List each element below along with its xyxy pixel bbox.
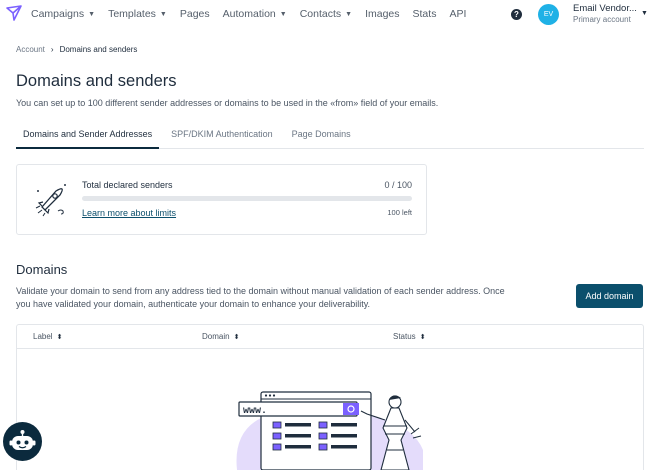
avatar[interactable]: EV <box>538 4 559 25</box>
domains-heading: Domains <box>16 262 68 277</box>
domains-description: Validate your domain to send from any ad… <box>16 286 505 309</box>
senders-progress-bar <box>82 196 412 201</box>
rocket-icon <box>35 184 66 217</box>
chevron-down-icon[interactable]: ▼ <box>641 10 648 17</box>
column-label: Domain <box>202 332 230 341</box>
nav-label: Images <box>365 8 400 20</box>
nav-label: Contacts <box>299 8 342 20</box>
url-text: www. <box>243 406 267 417</box>
senders-remaining: 100 left <box>387 208 412 217</box>
chevron-down-icon: ▼ <box>345 10 353 18</box>
nav-label: Stats <box>412 8 437 20</box>
nav-label: Pages <box>179 8 210 20</box>
senders-count: 0 / 100 <box>384 180 412 190</box>
help-icon[interactable]: ? <box>511 9 522 20</box>
empty-domains-illustration: www. <box>236 391 423 470</box>
nav-label: API <box>449 8 467 20</box>
chatbot-launcher[interactable] <box>3 422 42 461</box>
column-header-status[interactable]: Status ⬍ <box>393 332 426 341</box>
sort-icon: ⬍ <box>419 334 426 341</box>
paper-plane-icon[interactable] <box>5 4 23 22</box>
senders-card: Total declared senders 0 / 100 Learn mor… <box>16 164 427 235</box>
nav-automation[interactable]: Automation ▼ <box>223 8 287 20</box>
tab-spf-dkim-authentication[interactable]: SPF/DKIM Authentication <box>164 125 280 149</box>
main-menu: Campaigns ▼ Templates ▼ Pages Automation ▼ … <box>31 8 479 20</box>
breadcrumb: Account › Domains and senders <box>16 45 137 54</box>
account-type: Primary account <box>573 15 631 24</box>
account-switcher[interactable]: Email Vendor... Primary account <box>573 3 637 25</box>
nav-label: Campaigns <box>31 8 85 20</box>
chevron-down-icon: ▼ <box>279 10 287 18</box>
column-label: Status <box>393 332 416 341</box>
nav-label: Templates <box>108 8 156 20</box>
nav-label: Automation <box>222 8 276 20</box>
nav-contacts[interactable]: Contacts ▼ <box>300 8 352 20</box>
sort-icon: ⬍ <box>56 334 63 341</box>
nav-images[interactable]: Images <box>365 8 399 20</box>
nav-api[interactable]: API <box>449 8 466 20</box>
column-header-domain[interactable]: Domain ⬍ <box>202 332 239 341</box>
chevron-right-icon: › <box>50 45 54 54</box>
chevron-down-icon: ▼ <box>88 10 96 18</box>
breadcrumb-current: Domains and senders <box>59 45 138 54</box>
table-header: Label ⬍ Domain ⬍ Status ⬍ <box>17 325 643 349</box>
column-label: Label <box>33 332 53 341</box>
page-title: Domains and senders <box>16 72 177 90</box>
top-navigation: Campaigns ▼ Templates ▼ Pages Automation ▼ … <box>0 0 650 30</box>
tab-domains-and-sender-addresses[interactable]: Domains and Sender Addresses <box>16 125 160 149</box>
chatbot-icon <box>9 430 36 450</box>
column-header-label[interactable]: Label ⬍ <box>33 332 62 341</box>
tab-page-domains[interactable]: Page Domains <box>285 125 358 149</box>
page-description: You can set up to 100 different sender a… <box>16 98 439 108</box>
account-name: Email Vendor... <box>573 3 637 14</box>
nav-stats[interactable]: Stats <box>413 8 437 20</box>
chevron-down-icon: ▼ <box>159 10 167 18</box>
sort-icon: ⬍ <box>233 334 240 341</box>
learn-more-limits-link[interactable]: Learn more about limits <box>82 208 176 218</box>
nav-templates[interactable]: Templates ▼ <box>108 8 167 20</box>
breadcrumb-account-link[interactable]: Account <box>16 45 45 54</box>
nav-pages[interactable]: Pages <box>180 8 210 20</box>
total-senders-label: Total declared senders <box>82 180 173 190</box>
nav-campaigns[interactable]: Campaigns ▼ <box>31 8 95 20</box>
tab-bar: Domains and Sender Addresses SPF/DKIM Au… <box>16 125 644 149</box>
add-domain-button[interactable]: Add domain <box>576 284 643 308</box>
